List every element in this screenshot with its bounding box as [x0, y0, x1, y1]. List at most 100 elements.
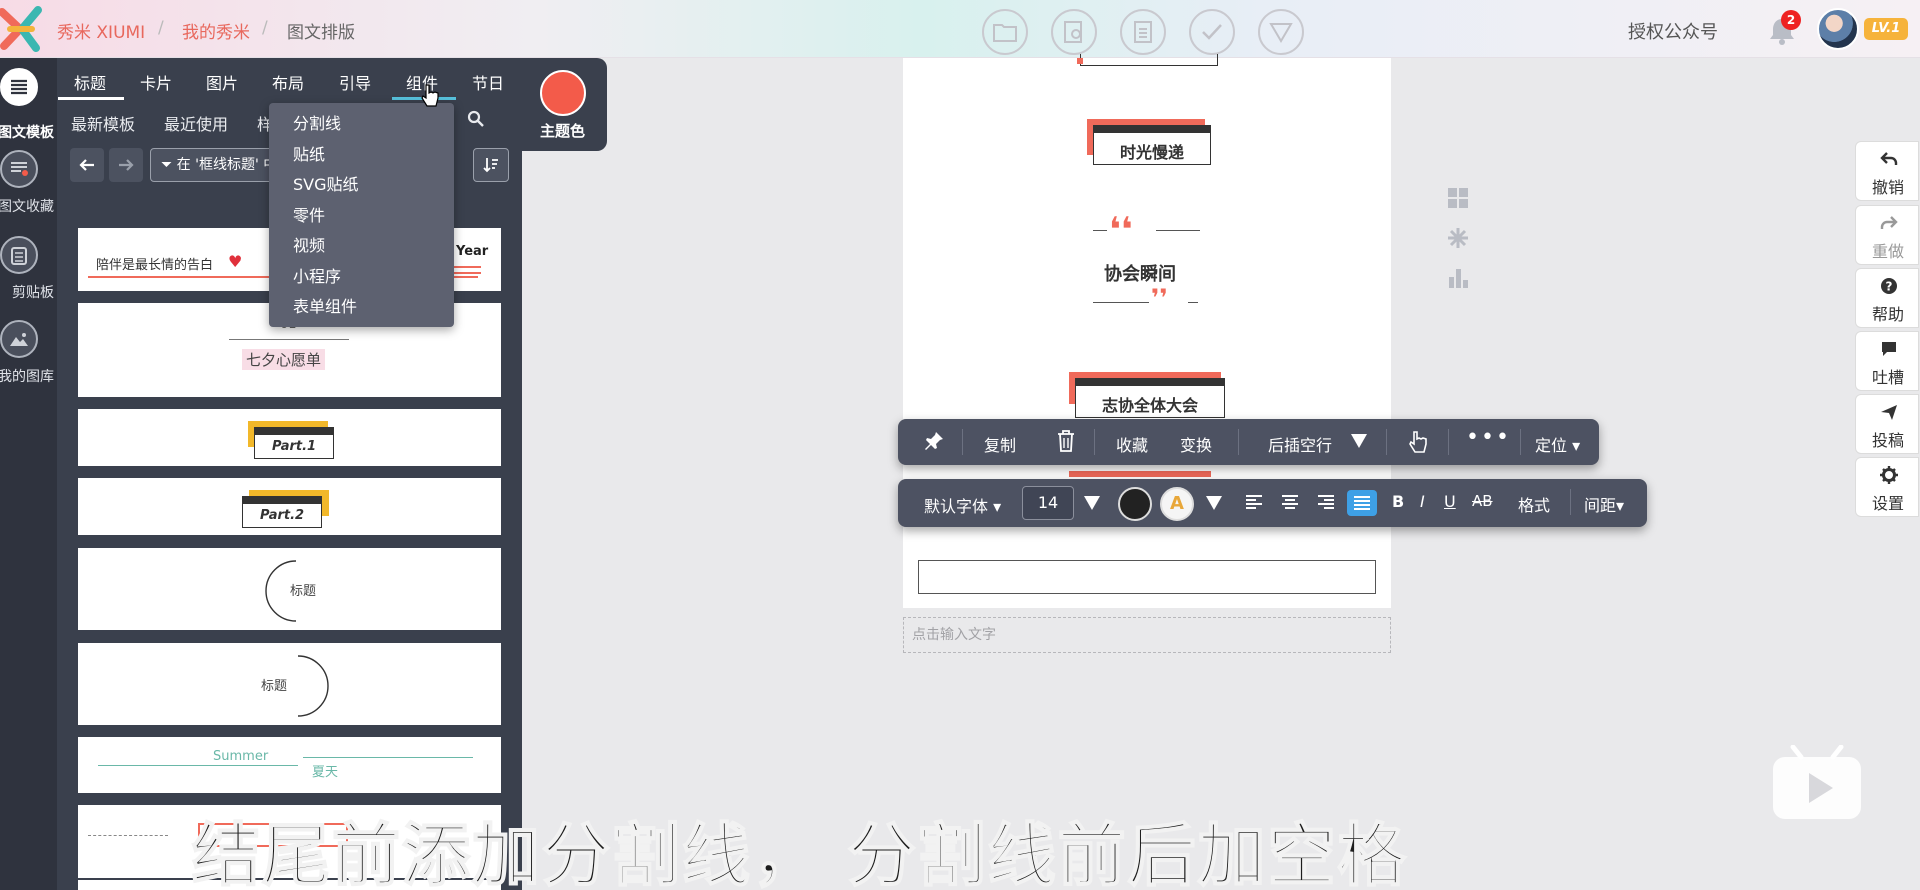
bold-button[interactable]: B [1392, 492, 1404, 511]
menu-item-parts[interactable]: 零件 [269, 201, 454, 232]
menu-item-mini-program[interactable]: 小程序 [269, 262, 454, 293]
settings-label: 设置 [1871, 494, 1904, 513]
avatar[interactable] [1817, 8, 1859, 50]
menu-item-svg-sticker[interactable]: SVG贴纸 [269, 170, 454, 201]
triangle-down-icon[interactable] [1351, 433, 1367, 452]
forward-button[interactable] [109, 148, 143, 182]
settings-button[interactable]: 设置 [1855, 457, 1919, 517]
tab-title[interactable]: 标题 [74, 70, 106, 94]
tab-guide[interactable]: 引导 [339, 70, 371, 94]
copy-button[interactable]: 复制 [984, 432, 1016, 456]
triangle-down-icon[interactable] [1084, 495, 1100, 514]
template-text: Summer [213, 749, 269, 764]
video-player-icon[interactable] [1771, 744, 1863, 823]
editor-title[interactable]: 协会瞬间 [1104, 260, 1176, 286]
align-left-icon[interactable] [1245, 494, 1263, 514]
tab-layout[interactable]: 布局 [272, 70, 304, 94]
submit-button[interactable]: 投稿 [1855, 394, 1919, 454]
back-button[interactable] [70, 148, 104, 182]
template-text: 七夕心愿单 [242, 349, 326, 370]
redo-button[interactable]: 重做 [1855, 205, 1919, 265]
preview-icon [1064, 21, 1082, 43]
template-card[interactable]: 标题 [78, 548, 501, 630]
menu-item-form[interactable]: 表单组件 [269, 292, 454, 323]
more-icon[interactable]: ••• [1466, 425, 1511, 450]
template-card[interactable]: Summer 夏天 [78, 737, 501, 793]
svg-text:?: ? [1886, 280, 1893, 294]
template-text: Part.2 [260, 508, 305, 523]
category-filter[interactable]: ⏷ 在 '框线标题' 中 [150, 148, 278, 182]
font-size-input[interactable]: 14 [1022, 486, 1074, 520]
nav-item-favorites[interactable]: 图文收藏 [0, 150, 57, 215]
save-as-button[interactable] [1120, 9, 1166, 55]
undo-button[interactable]: 撤销 [1855, 141, 1919, 201]
tab-card[interactable]: 卡片 [140, 70, 172, 94]
underline-button[interactable]: U [1444, 492, 1456, 511]
arrow-right-icon [119, 159, 134, 171]
hand-pointer-icon[interactable] [1408, 430, 1428, 458]
triangle-down-icon[interactable] [1206, 495, 1222, 514]
nav-item-clipboard[interactable]: 剪贴板 [0, 236, 57, 301]
trash-icon[interactable] [1056, 429, 1076, 457]
left-nav: 图文模板 图文收藏 剪贴板 我的图库 [0, 58, 57, 890]
menu-item-video[interactable]: 视频 [269, 231, 454, 262]
sync-button[interactable] [1258, 9, 1304, 55]
strikethrough-button[interactable]: AB [1472, 492, 1493, 510]
format-button[interactable]: 格式 [1518, 492, 1550, 516]
sort-button[interactable] [473, 148, 509, 182]
brand-link[interactable]: 秀米 XIUMI [57, 18, 145, 43]
title-frame[interactable]: 志协全体大会 [1075, 378, 1225, 418]
grid-icon[interactable] [1447, 187, 1469, 213]
quote-open-icon: ❛❛ [1109, 210, 1133, 250]
list-icon [0, 68, 38, 106]
favorites-icon [0, 150, 38, 188]
send-icon [1881, 405, 1897, 420]
italic-button[interactable]: I [1420, 492, 1425, 511]
text-input-placeholder[interactable]: 点击输入文字 [903, 617, 1391, 653]
template-rule [88, 835, 168, 836]
save-button[interactable] [1189, 9, 1235, 55]
title-frame[interactable]: 时光慢递 [1093, 125, 1211, 165]
align-center-icon[interactable] [1281, 494, 1299, 514]
pin-icon[interactable] [924, 431, 944, 455]
folder-icon [993, 24, 1017, 42]
align-right-icon[interactable] [1317, 494, 1335, 514]
template-card[interactable]: 标题 [78, 643, 501, 725]
preview-button[interactable] [1051, 9, 1097, 55]
template-card[interactable]: Part.2 [78, 478, 501, 535]
bar-chart-icon[interactable] [1448, 267, 1470, 293]
menu-item-sticker[interactable]: 贴纸 [269, 140, 454, 171]
justify-button[interactable] [1347, 490, 1377, 516]
background-color-icon[interactable]: A [1160, 487, 1194, 521]
check-icon [1202, 24, 1222, 40]
authorize-account-link[interactable]: 授权公众号 [1628, 18, 1718, 44]
xiumi-logo[interactable] [0, 6, 42, 52]
insert-blank-line-button[interactable]: 后插空行 [1268, 432, 1332, 456]
spacing-button[interactable]: 间距▾ [1584, 492, 1624, 516]
tab-festival[interactable]: 节日 [472, 70, 504, 94]
tab-image[interactable]: 图片 [206, 70, 238, 94]
active-tab-indicator [58, 97, 124, 100]
video-subtitle: 结尾前添加分割线， 分割线前后加空格 [191, 816, 1408, 890]
transform-button[interactable]: 变换 [1180, 432, 1212, 456]
snowflake-icon[interactable] [1447, 227, 1469, 253]
menu-item-divider[interactable]: 分割线 [269, 109, 454, 140]
theme-color-button[interactable] [540, 70, 586, 116]
collect-button[interactable]: 收藏 [1116, 432, 1148, 456]
nav-item-gallery[interactable]: 我的图库 [0, 320, 57, 385]
help-button[interactable]: ? 帮助 [1855, 268, 1919, 328]
selected-empty-block[interactable] [918, 560, 1376, 594]
feedback-button[interactable]: 吐槽 [1855, 331, 1919, 391]
subtab-latest[interactable]: 最新模板 [71, 111, 135, 135]
nav-item-templates[interactable]: 图文模板 [0, 68, 57, 141]
text-color-swatch[interactable] [1118, 487, 1152, 521]
font-select[interactable]: 默认字体 ▾ [924, 493, 1001, 517]
subtab-recent[interactable]: 最近使用 [164, 111, 228, 135]
open-folder-button[interactable] [982, 9, 1028, 55]
template-text: Year [456, 244, 489, 259]
template-card[interactable]: Part.1 [78, 409, 501, 466]
search-icon[interactable] [467, 110, 487, 130]
quote-close-icon: ❜❜ [1151, 284, 1168, 312]
locate-button[interactable]: 定位 ▾ [1535, 432, 1580, 456]
my-xiumi-link[interactable]: 我的秀米 [182, 18, 250, 43]
